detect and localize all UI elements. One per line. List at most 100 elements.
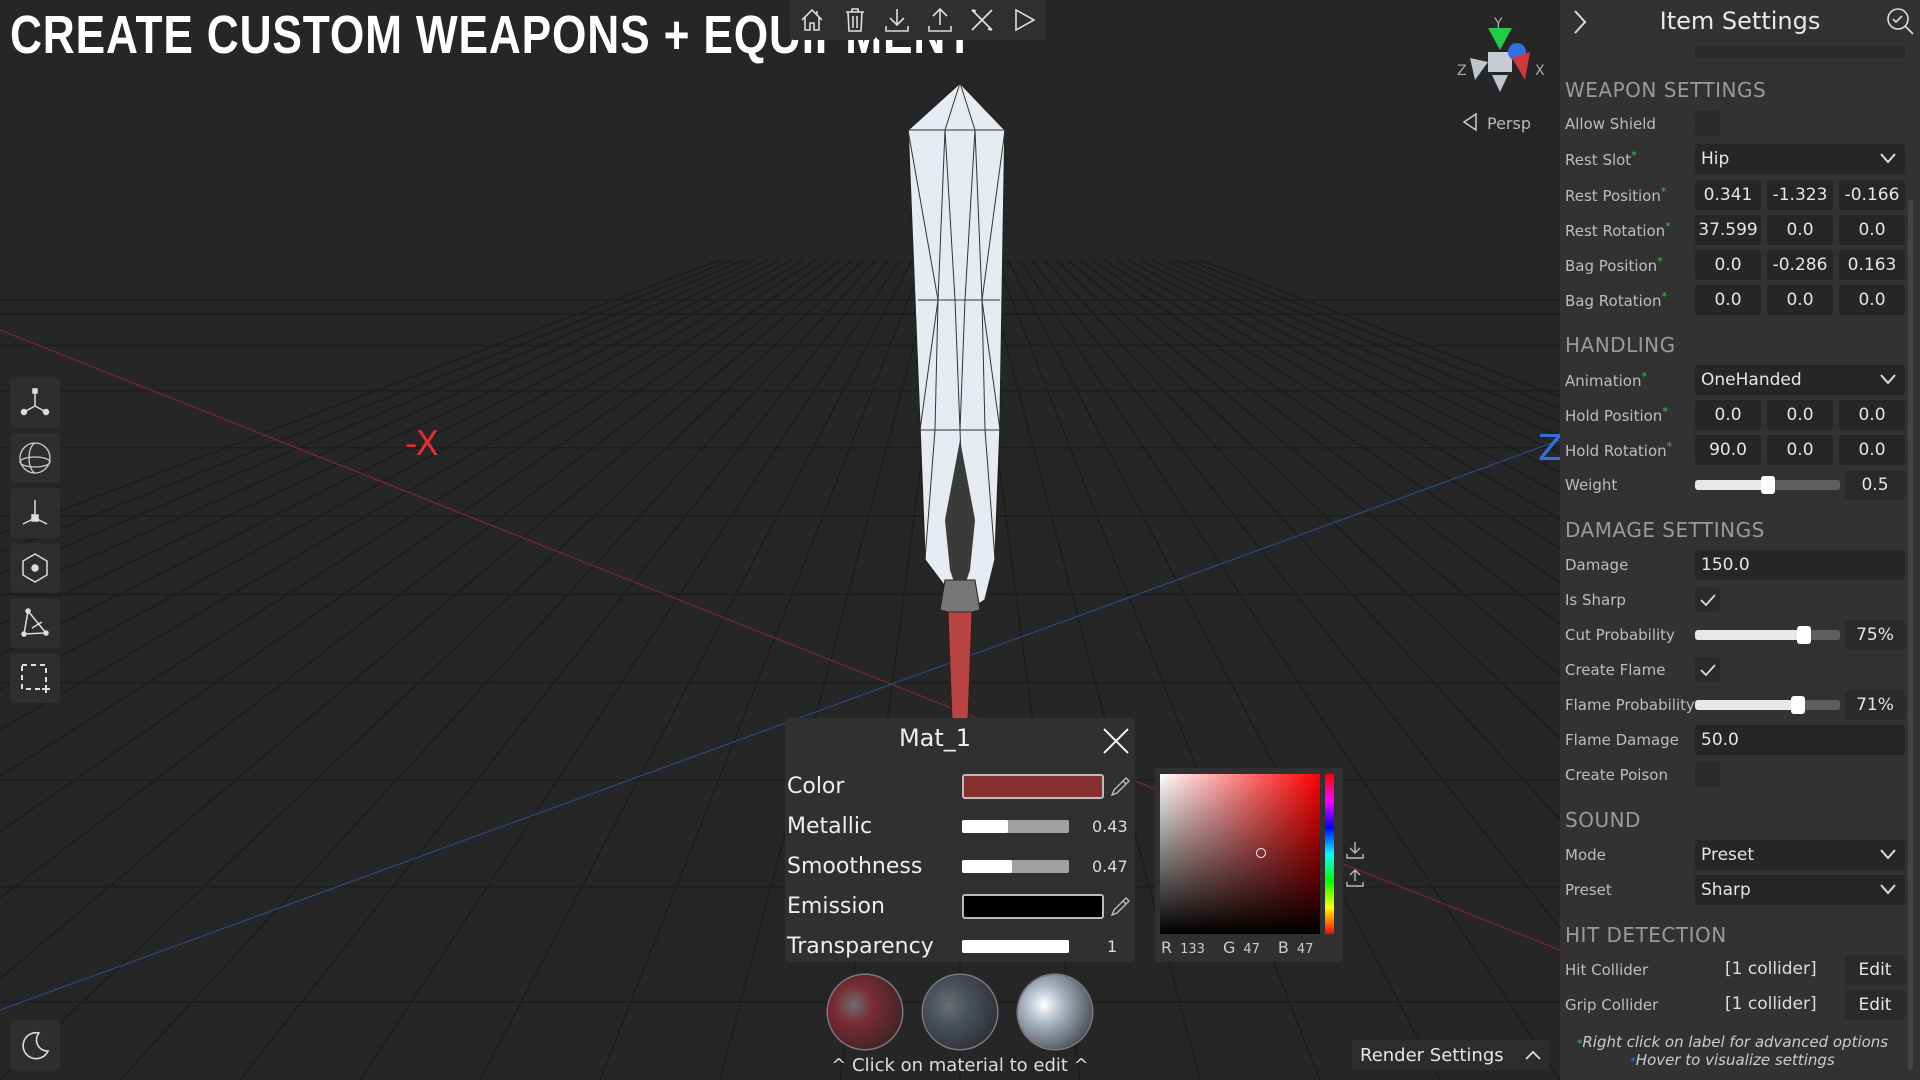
eyedropper-icon[interactable] [1109,774,1133,798]
hold-position-z-field[interactable]: 0.0 [1839,400,1905,430]
create-flame-label[interactable]: Create Flame [1565,661,1695,679]
slider-handle[interactable] [1790,696,1805,714]
damage-field[interactable]: 150.0 [1695,550,1905,580]
is-sharp-label[interactable]: Is Sharp [1565,591,1695,609]
slider-handle[interactable] [1796,626,1811,644]
b-value[interactable]: 47 [1297,942,1314,957]
smoothness-slider[interactable] [962,859,1069,873]
home-icon[interactable] [790,0,833,40]
preset-dropdown[interactable]: Sharp [1695,875,1905,905]
preset-label[interactable]: Preset [1565,881,1695,899]
transform-axes-icon[interactable] [10,488,60,538]
collapse-panel-icon[interactable] [1572,9,1588,35]
slider-handle[interactable] [1760,476,1775,494]
eyedropper-icon[interactable] [1109,894,1133,918]
saturation-value-area[interactable] [1160,774,1320,934]
cut-probability-value[interactable]: 75% [1845,620,1905,650]
create-poison-checkbox[interactable] [1695,762,1720,787]
rotate-sphere-icon[interactable] [10,433,60,483]
hit-collider-edit-button[interactable]: Edit [1845,955,1905,985]
rest-position-y-field[interactable]: -1.323 [1767,180,1833,210]
hold-rotation-y-field[interactable]: 0.0 [1767,435,1833,465]
grip-collider-label[interactable]: Grip Collider [1565,996,1695,1014]
emission-swatch[interactable] [962,893,1104,919]
mode-dropdown[interactable]: Preset [1695,840,1905,870]
weight-slider[interactable] [1695,476,1840,494]
close-icon[interactable] [1101,726,1131,756]
upload-icon[interactable] [919,0,962,40]
bag-position-z-field[interactable]: 0.163 [1839,250,1905,280]
section-weapon: WEAPON SETTINGS [1565,78,1767,102]
import-color-icon[interactable] [1345,840,1365,860]
moon-icon[interactable] [10,1020,60,1070]
rest-rotation-x-field[interactable]: 37.599 [1695,215,1761,245]
bag-rotation-y-field[interactable]: 0.0 [1767,285,1833,315]
sword-model[interactable] [907,81,1006,721]
hit-collider-label[interactable]: Hit Collider [1565,961,1695,979]
create-poison-label[interactable]: Create Poison [1565,766,1695,784]
play-icon[interactable] [1004,0,1047,40]
flame-probability-label[interactable]: Flame Probability [1565,696,1695,714]
move-handle-icon[interactable] [10,378,60,428]
box-select-icon[interactable] [10,653,60,703]
projection-label[interactable]: Persp [1487,114,1531,133]
mode-label[interactable]: Mode [1565,846,1695,864]
rest-slot-dropdown[interactable]: Hip [1695,144,1905,174]
hexagon-pivot-icon[interactable] [10,543,60,593]
material-sphere-3[interactable] [1018,975,1092,1049]
render-settings-button[interactable]: Render Settings [1352,1040,1550,1070]
r-value[interactable]: 133 [1180,942,1205,957]
bag-position-x-field[interactable]: 0.0 [1695,250,1761,280]
hold-position-label[interactable]: Hold Position* [1565,405,1695,425]
picker-cursor[interactable] [1256,848,1266,858]
bag-position-label[interactable]: Bag Position* [1565,255,1695,275]
metallic-slider[interactable] [962,819,1069,833]
projection-toggle-icon[interactable] [1462,112,1477,132]
material-sphere-2[interactable] [923,975,997,1049]
weight-value[interactable]: 0.5 [1845,470,1905,500]
rest-position-x-field[interactable]: 0.341 [1695,180,1761,210]
hue-slider[interactable] [1325,774,1334,934]
allow-shield-label[interactable]: Allow Shield [1565,115,1695,133]
grip-collider-edit-button[interactable]: Edit [1845,990,1905,1020]
create-flame-checkbox[interactable] [1695,657,1720,682]
download-icon[interactable] [876,0,919,40]
g-value[interactable]: 47 [1243,942,1260,957]
rest-rotation-y-field[interactable]: 0.0 [1767,215,1833,245]
flame-damage-label[interactable]: Flame Damage [1565,731,1695,749]
cut-probability-label[interactable]: Cut Probability [1565,626,1695,644]
trash-icon[interactable] [833,0,876,40]
rest-rotation-z-field[interactable]: 0.0 [1839,215,1905,245]
rest-rotation-label[interactable]: Rest Rotation* [1565,220,1695,240]
damage-label[interactable]: Damage [1565,556,1695,574]
flame-damage-field[interactable]: 50.0 [1695,725,1905,755]
rest-position-z-field[interactable]: -0.166 [1839,180,1905,210]
allow-shield-checkbox[interactable] [1695,111,1720,136]
hold-position-y-field[interactable]: 0.0 [1767,400,1833,430]
transparency-slider[interactable] [962,939,1069,953]
export-color-icon[interactable] [1345,868,1365,888]
animation-dropdown[interactable]: OneHanded [1695,365,1905,395]
is-sharp-checkbox[interactable] [1695,587,1720,612]
rest-position-label[interactable]: Rest Position* [1565,185,1695,205]
cut-probability-slider[interactable] [1695,626,1840,644]
material-sphere-1[interactable] [828,975,902,1049]
bag-rotation-z-field[interactable]: 0.0 [1839,285,1905,315]
hold-rotation-label[interactable]: Hold Rotation* [1565,440,1695,460]
weight-label[interactable]: Weight [1565,476,1695,494]
tools-icon[interactable] [961,0,1004,40]
search-check-icon[interactable] [1885,6,1915,36]
animation-label[interactable]: Animation* [1565,370,1695,390]
bag-rotation-label[interactable]: Bag Rotation* [1565,290,1695,310]
bag-position-y-field[interactable]: -0.286 [1767,250,1833,280]
flame-probability-slider[interactable] [1695,696,1840,714]
color-swatch[interactable] [962,773,1104,799]
vertex-select-icon[interactable] [10,598,60,648]
flame-probability-value[interactable]: 71% [1845,690,1905,720]
hold-position-x-field[interactable]: 0.0 [1695,400,1761,430]
orientation-gizmo[interactable]: Y X Z [1457,16,1545,92]
hold-rotation-x-field[interactable]: 90.0 [1695,435,1761,465]
bag-rotation-x-field[interactable]: 0.0 [1695,285,1761,315]
rest-slot-label[interactable]: Rest Slot* [1565,149,1695,169]
hold-rotation-z-field[interactable]: 0.0 [1839,435,1905,465]
